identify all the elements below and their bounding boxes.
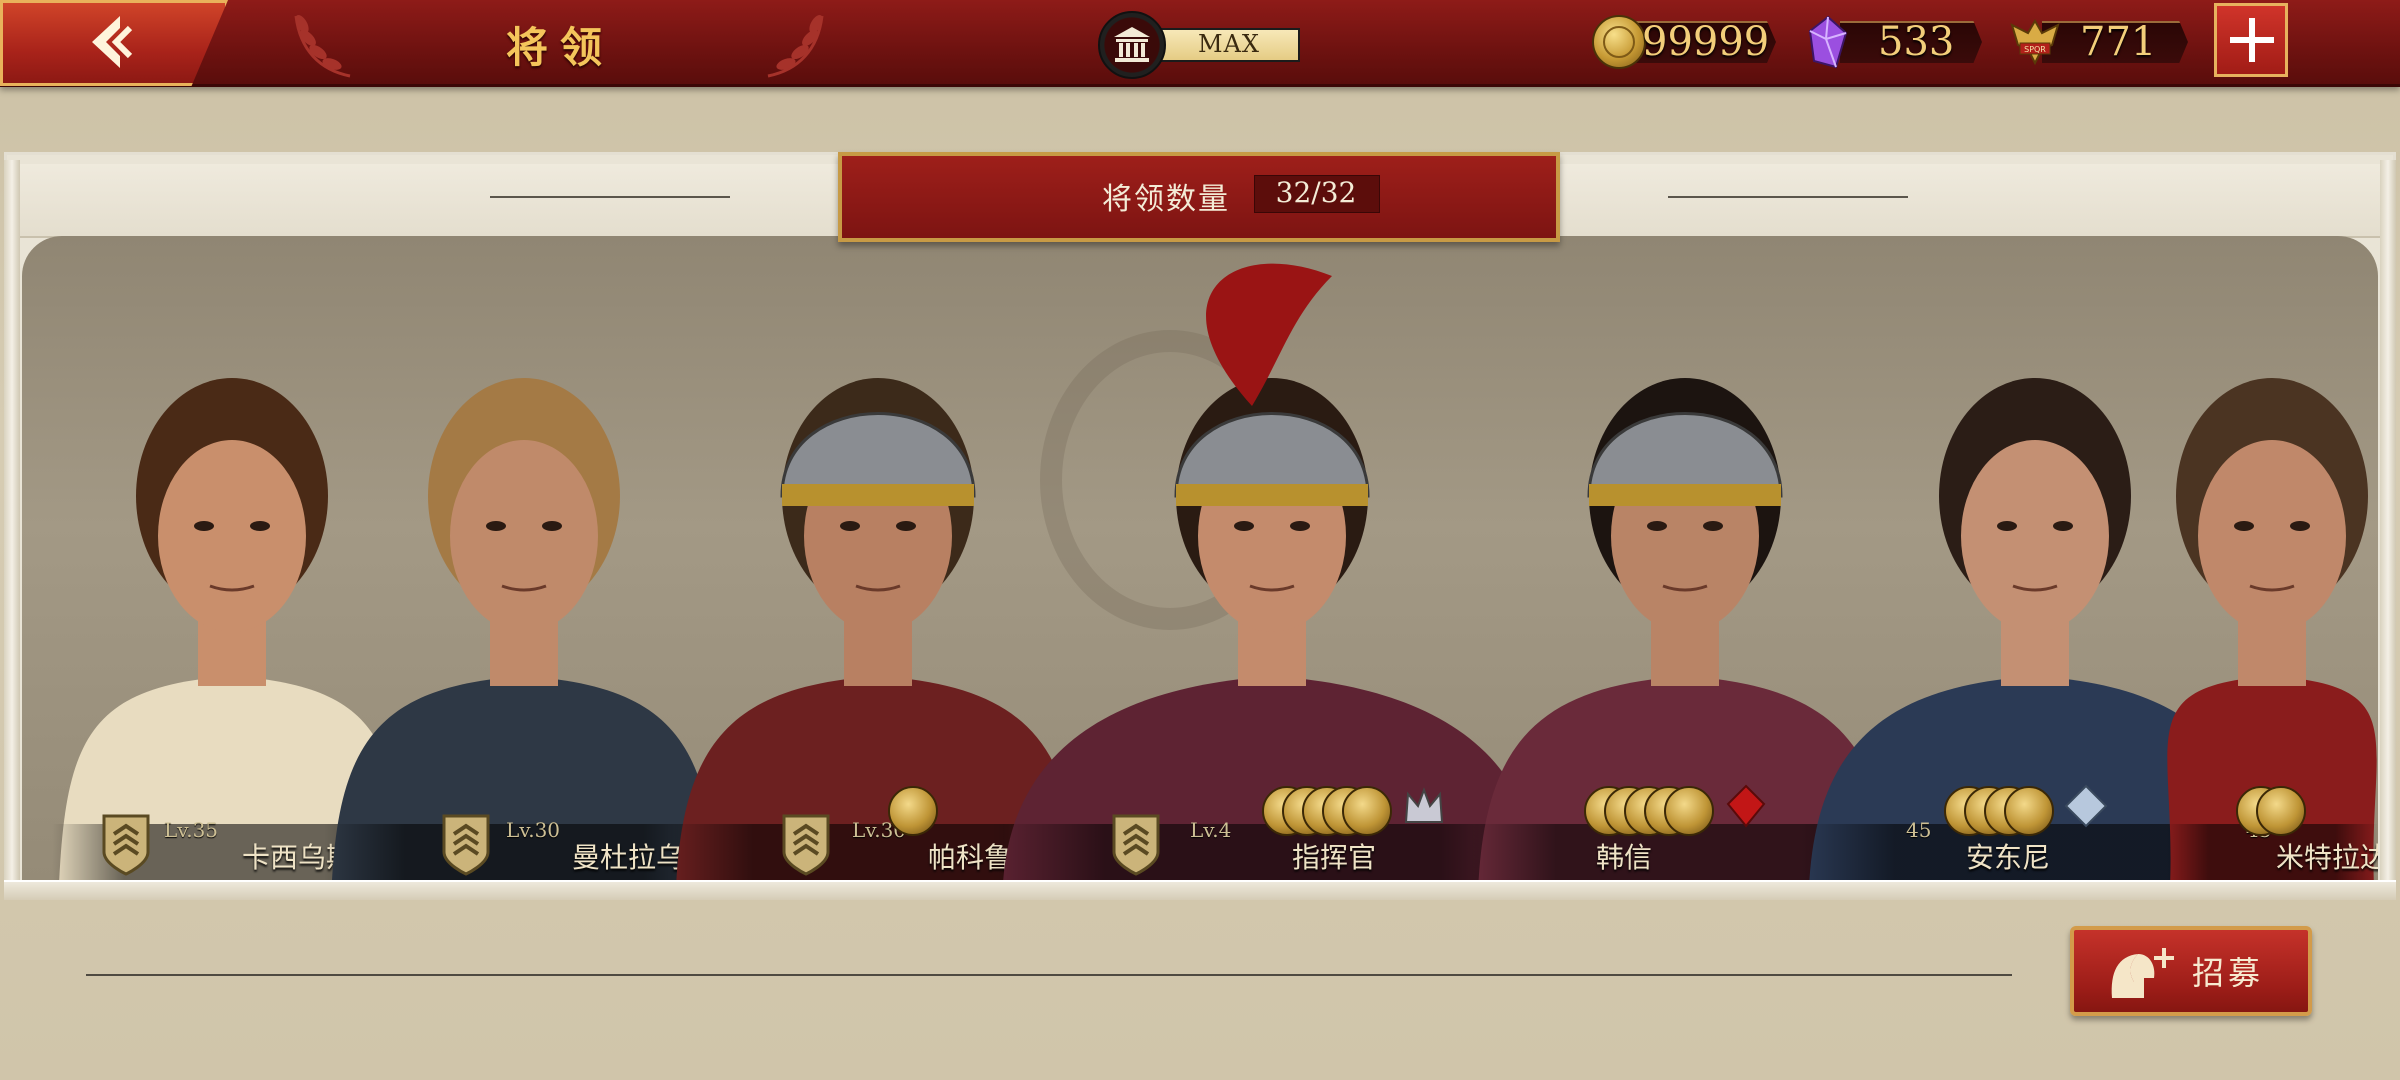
gem-resource[interactable]: 533 [1806,15,1986,69]
star-coin-icon [888,786,938,836]
left-pillar [4,160,20,890]
page-title: 将领 [505,23,614,72]
ruby-icon [1726,784,1766,828]
general-count-label: 将领数量 [1102,182,1230,217]
spartan-helmet-plus-icon [2111,948,2174,998]
general-level: 45 [1906,818,1932,842]
general-namebar [992,824,1552,880]
rank-badge-icon [442,814,490,876]
add-resource-button[interactable] [2214,3,2288,77]
general-name: 米特拉达 [2276,841,2378,874]
divider-left [490,196,730,198]
gold-resource[interactable]: 99999 [1592,15,1782,69]
svg-text:SPQR: SPQR [2024,45,2046,54]
star-coin-icon [1664,786,1714,836]
recruit-button[interactable]: 招募 [2070,926,2312,1016]
general-portrait [1003,263,1541,880]
general-name: 韩信 [1596,841,1653,874]
temple-icon [1098,11,1166,79]
general-level: Lv.35 [164,818,219,842]
laurel-left-icon [294,14,351,78]
max-level-label: MAX [1198,30,1260,58]
crown-icon [1404,787,1444,823]
general-count-value: 32/32 [1275,176,1357,209]
top-bar: 将领 MAX 99999 533 SPQR 771 [0,0,2400,87]
right-pillar [2380,160,2396,890]
purple-gem-icon [1808,15,1848,69]
gold-coin-icon [1592,15,1646,69]
spqr-eagle-icon: SPQR [2010,19,2060,66]
star-coin-icon [2004,786,2054,836]
back-button[interactable] [0,0,228,86]
star-coin-icon [1342,786,1392,836]
gem-value: 533 [1878,19,1955,65]
back-arrow-icon [92,16,133,68]
general-level: Lv.30 [506,818,561,842]
building-level-indicator[interactable]: MAX [1098,11,1302,79]
spqr-value: 771 [2080,19,2157,65]
general-name: 安东尼 [1966,841,2051,874]
rank-badge-icon [1112,814,1160,876]
panel-bottom-ledge [4,880,2396,900]
general-count-banner: 将领数量 32/32 [838,152,1560,242]
bottom-divider [86,974,2012,976]
general-card[interactable]: 45米特拉达 [2166,236,2378,880]
diamond-icon [2064,784,2108,828]
general-portrait [2167,378,2377,880]
laurel-right-icon [767,14,824,78]
rank-badge-icon [782,814,830,876]
recruit-label: 招募 [2192,954,2265,992]
general-card[interactable]: Lv.30 曼杜拉乌斯 [324,236,724,880]
general-level: Lv.4 [1190,818,1232,842]
star-coin-icon [2256,786,2306,836]
general-card[interactable]: Lv.4 指挥官 [992,236,1552,880]
gold-value: 99999 [1642,19,1770,65]
spqr-resource[interactable]: SPQR 771 [2008,15,2194,69]
general-portrait [332,378,716,880]
general-name: 指挥官 [1292,841,1377,874]
divider-right [1668,196,1908,198]
rank-badge-icon [102,814,150,876]
